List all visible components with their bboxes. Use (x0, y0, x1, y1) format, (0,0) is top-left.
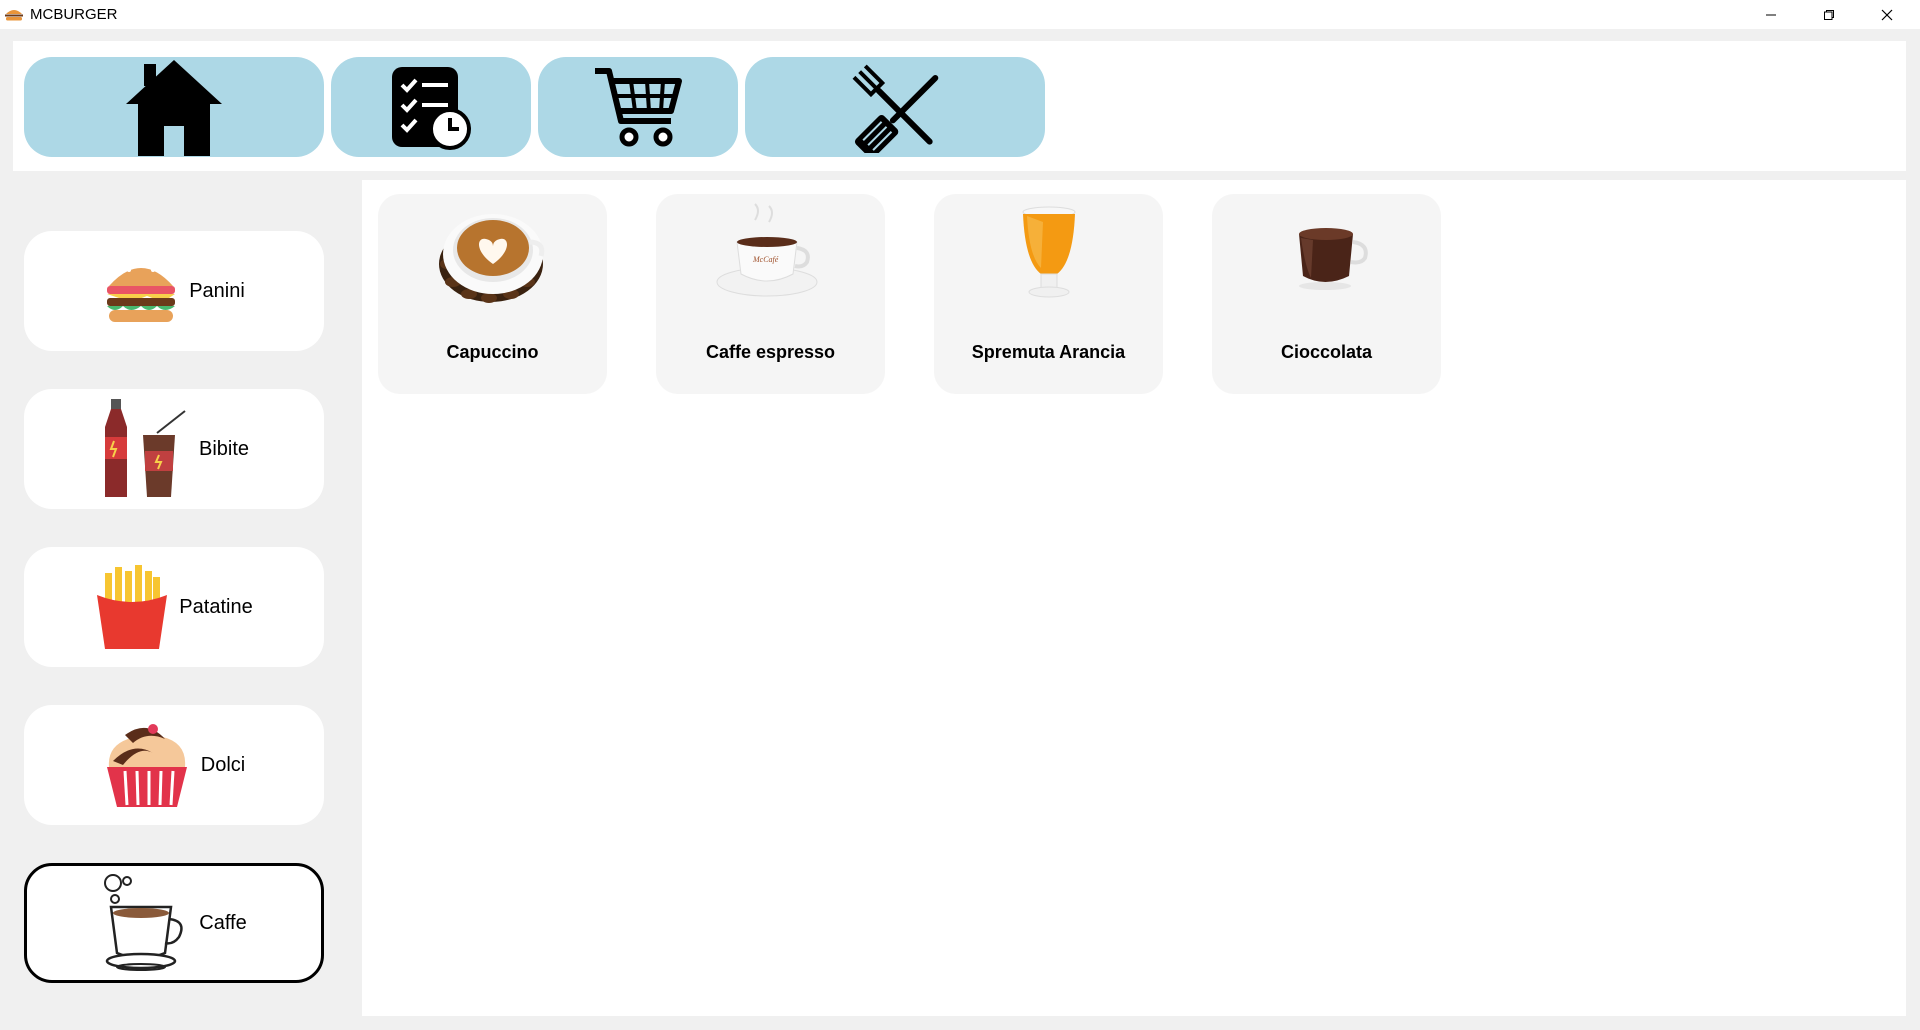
restore-button[interactable] (1800, 0, 1858, 29)
product-name: Caffe espresso (705, 342, 836, 362)
category-label: Panini (189, 279, 245, 302)
category-label: Patatine (179, 595, 253, 618)
window-title: MCBURGER (30, 6, 118, 23)
product-card[interactable]: Capuccino (378, 194, 607, 394)
product-name: Capuccino (446, 342, 539, 362)
orders-button[interactable] (331, 57, 531, 157)
category-patatine[interactable]: Patatine (24, 547, 324, 667)
home-icon (126, 60, 222, 156)
product-name: Cioccolata (1280, 342, 1373, 362)
category-caffe[interactable]: Caffe (24, 863, 324, 983)
spatula-fork-icon (852, 64, 939, 153)
product-card[interactable]: Cioccolata (1212, 194, 1441, 394)
minimize-button[interactable] (1742, 0, 1800, 29)
product-card[interactable]: Spremuta Arancia (934, 194, 1163, 394)
restore-icon (1824, 9, 1834, 20)
product-card[interactable]: McCafé Caffe espresso (656, 194, 885, 394)
category-label: Bibite (198, 437, 250, 460)
product-name: Spremuta Arancia (971, 342, 1126, 362)
product-panel: Capuccino McCafé Caffe espresso Spremuta… (362, 180, 1906, 1016)
category-label: Caffe (199, 911, 247, 934)
cappuccino-image (433, 202, 553, 312)
cupcake-icon (106, 724, 187, 807)
home-button[interactable] (24, 57, 324, 157)
french-fries-icon (97, 565, 168, 649)
category-label: Dolci (200, 753, 246, 776)
shopping-cart-icon (595, 68, 682, 147)
close-icon (1881, 9, 1893, 20)
category-dolci[interactable]: Dolci (24, 705, 324, 825)
category-panini[interactable]: Panini (24, 231, 324, 351)
category-bibite[interactable]: Bibite (24, 389, 324, 509)
soda-bottle-cup-icon (104, 399, 186, 497)
orange-juice-image (989, 202, 1109, 312)
cart-button[interactable] (538, 57, 738, 157)
top-navigation (13, 41, 1906, 171)
close-button[interactable] (1858, 0, 1916, 29)
minimize-icon (1766, 14, 1776, 15)
svg-text:McCafé: McCafé (752, 255, 779, 264)
kitchen-button[interactable] (745, 57, 1045, 157)
coffee-cup-icon (104, 874, 183, 971)
espresso-image: McCafé (711, 202, 831, 312)
app-window: MCBURGER Panini Bibite Patatine Dolci Ca… (0, 0, 1920, 1030)
burger-icon (5, 9, 23, 20)
title-bar: MCBURGER (0, 0, 1920, 29)
order-checklist-clock-icon (392, 67, 471, 150)
hot-chocolate-image (1267, 202, 1387, 312)
burger-icon (107, 264, 176, 322)
